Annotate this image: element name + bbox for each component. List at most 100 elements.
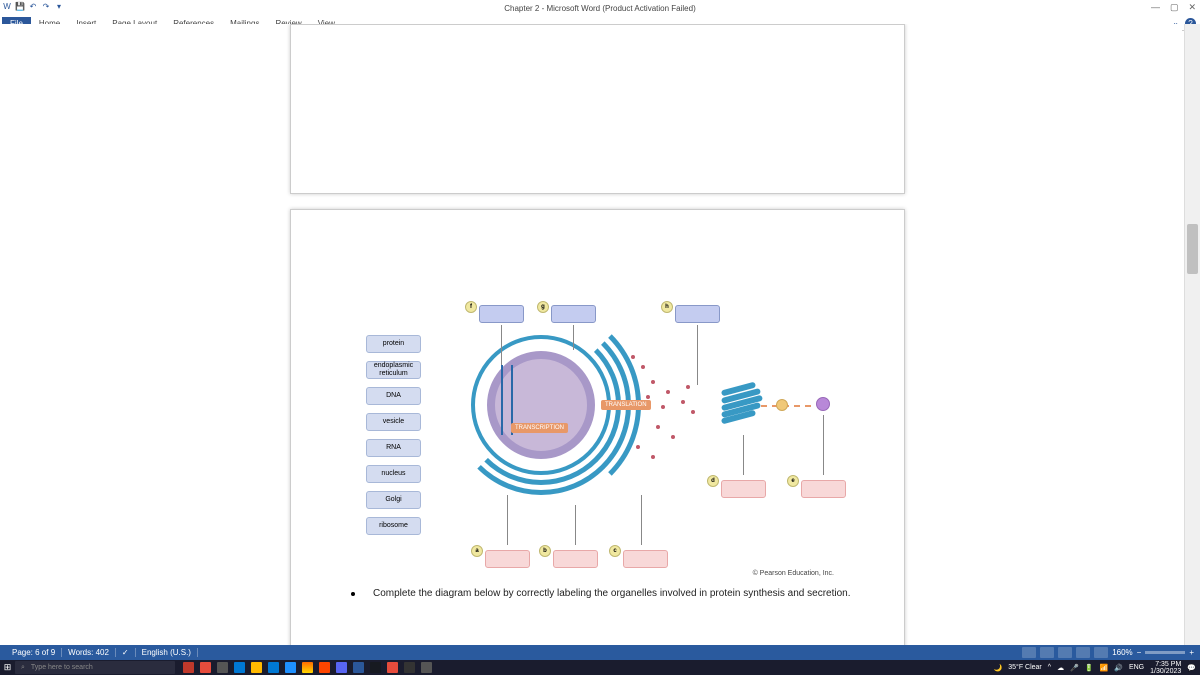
- search-placeholder: Type here to search: [31, 664, 93, 671]
- battery-icon[interactable]: 🔋: [1085, 664, 1094, 672]
- dot: [666, 390, 670, 394]
- tray-time[interactable]: 7:35 PM: [1150, 661, 1181, 668]
- label-protein[interactable]: protein: [366, 335, 421, 353]
- blank-c[interactable]: [623, 550, 668, 568]
- zoom-level[interactable]: 160%: [1112, 648, 1132, 657]
- taskbar-app-3[interactable]: [319, 662, 330, 673]
- taskbar-discord[interactable]: [336, 662, 347, 673]
- taskbar-search[interactable]: ⌕ Type here to search: [15, 661, 175, 674]
- tray-chevron-icon[interactable]: ^: [1048, 664, 1051, 671]
- zoom-slider[interactable]: [1145, 651, 1185, 654]
- vertical-scrollbar[interactable]: [1184, 24, 1200, 645]
- view-outline[interactable]: [1076, 647, 1090, 658]
- marker-f: f: [465, 301, 477, 313]
- dot: [641, 365, 645, 369]
- taskbar-steam[interactable]: [370, 662, 381, 673]
- secreted-protein: [816, 397, 830, 411]
- taskbar-task-view[interactable]: [217, 662, 228, 673]
- label-ribosome[interactable]: ribosome: [366, 517, 421, 535]
- notifications-icon[interactable]: 💬: [1187, 664, 1196, 672]
- connector: [697, 325, 698, 385]
- zoom-in-icon[interactable]: +: [1189, 648, 1194, 657]
- label-vesicle[interactable]: vesicle: [366, 413, 421, 431]
- start-button[interactable]: ⊞: [0, 660, 15, 675]
- taskbar-word[interactable]: [353, 662, 364, 673]
- document-area: protein endoplasmic reticulum DNA vesicl…: [0, 24, 1182, 645]
- dot: [631, 355, 635, 359]
- marker-c: c: [609, 545, 621, 557]
- weather-text[interactable]: 35°F Clear: [1008, 664, 1042, 671]
- dot: [681, 400, 685, 404]
- golgi-shape: [721, 385, 763, 421]
- marker-a: a: [471, 545, 483, 557]
- taskbar-app-1[interactable]: [183, 662, 194, 673]
- taskbar-explorer[interactable]: [251, 662, 262, 673]
- taskbar: ⊞ ⌕ Type here to search 🌙 35°F Clear ^ ☁…: [0, 660, 1200, 675]
- status-words[interactable]: Words: 402: [62, 648, 116, 657]
- window-title: Chapter 2 - Microsoft Word (Product Acti…: [0, 4, 1200, 13]
- blank-b[interactable]: [553, 550, 598, 568]
- volume-icon[interactable]: 🔊: [1114, 664, 1123, 672]
- taskbar-edge[interactable]: [234, 662, 245, 673]
- label-endoplasmic-reticulum[interactable]: endoplasmic reticulum: [366, 361, 421, 379]
- transcription-label: TRANSCRIPTION: [511, 423, 568, 433]
- label-bank: protein endoplasmic reticulum DNA vesicl…: [366, 335, 421, 535]
- label-dna[interactable]: DNA: [366, 387, 421, 405]
- blank-e[interactable]: [801, 480, 846, 498]
- connector: [823, 415, 824, 475]
- blank-a[interactable]: [485, 550, 530, 568]
- label-nucleus[interactable]: nucleus: [366, 465, 421, 483]
- taskbar-app-4[interactable]: [387, 662, 398, 673]
- marker-h: h: [661, 301, 673, 313]
- dot: [686, 385, 690, 389]
- connector: [743, 435, 744, 475]
- close-button[interactable]: ✕: [1188, 2, 1196, 13]
- dot: [656, 425, 660, 429]
- tray-lang[interactable]: ENG: [1129, 664, 1144, 671]
- view-full-screen[interactable]: [1040, 647, 1054, 658]
- blank-h[interactable]: [675, 305, 720, 323]
- taskbar-app-5[interactable]: [404, 662, 415, 673]
- connector: [575, 505, 576, 545]
- label-golgi[interactable]: Golgi: [366, 491, 421, 509]
- scroll-thumb[interactable]: [1187, 224, 1198, 274]
- taskbar-mail[interactable]: [285, 662, 296, 673]
- maximize-button[interactable]: ▢: [1170, 2, 1179, 13]
- view-draft[interactable]: [1094, 647, 1108, 658]
- view-print-layout[interactable]: [1022, 647, 1036, 658]
- weather-icon[interactable]: 🌙: [994, 664, 1003, 672]
- blank-d[interactable]: [721, 480, 766, 498]
- wifi-icon[interactable]: 📶: [1100, 664, 1109, 672]
- dot: [661, 405, 665, 409]
- tray-mic-icon[interactable]: 🎤: [1070, 664, 1079, 672]
- status-bar: Page: 6 of 9 Words: 402 ✓ English (U.S.)…: [0, 645, 1200, 660]
- marker-e: e: [787, 475, 799, 487]
- status-page[interactable]: Page: 6 of 9: [6, 648, 62, 657]
- instruction-text: Complete the diagram below by correctly …: [351, 588, 851, 599]
- connector: [507, 495, 508, 545]
- translation-label: TRANSLATION: [601, 400, 651, 410]
- dot: [651, 455, 655, 459]
- dot: [636, 445, 640, 449]
- status-proofing-icon[interactable]: ✓: [116, 648, 136, 657]
- dot: [671, 435, 675, 439]
- vesicle-shape: [776, 399, 788, 411]
- zoom-out-icon[interactable]: −: [1137, 648, 1142, 657]
- copyright-text: © Pearson Education, Inc.: [753, 570, 834, 577]
- dot: [691, 410, 695, 414]
- taskbar-firefox[interactable]: [302, 662, 313, 673]
- view-web-layout[interactable]: [1058, 647, 1072, 658]
- label-rna[interactable]: RNA: [366, 439, 421, 457]
- taskbar-store[interactable]: [268, 662, 279, 673]
- tray-date[interactable]: 1/30/2023: [1150, 668, 1181, 675]
- cell-diagram: f g h TRANSCRIPTION TRANSLATION: [451, 295, 851, 585]
- minimize-button[interactable]: —: [1151, 2, 1160, 13]
- page-current[interactable]: protein endoplasmic reticulum DNA vesicl…: [290, 209, 905, 645]
- search-icon: ⌕: [21, 664, 25, 672]
- instruction-content: Complete the diagram below by correctly …: [373, 588, 851, 599]
- status-language[interactable]: English (U.S.): [136, 648, 198, 657]
- connector: [573, 325, 574, 350]
- taskbar-app-2[interactable]: [200, 662, 211, 673]
- taskbar-settings[interactable]: [421, 662, 432, 673]
- onedrive-icon[interactable]: ☁: [1057, 664, 1064, 672]
